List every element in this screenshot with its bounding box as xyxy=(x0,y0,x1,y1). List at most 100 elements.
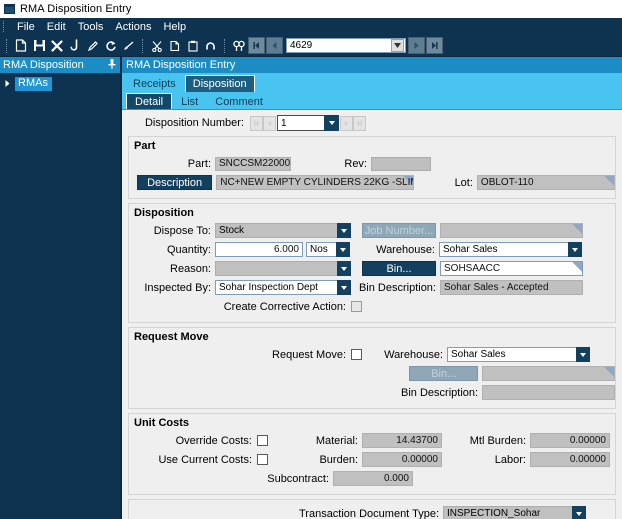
mtl-burden-field: 0.00000 xyxy=(530,433,610,448)
warehouse-dropdown-arrow-icon[interactable] xyxy=(568,242,582,257)
edit-icon[interactable] xyxy=(84,37,102,55)
tab-detail[interactable]: Detail xyxy=(126,93,172,109)
request-move-bin-description-label: Bin Description: xyxy=(401,387,478,399)
reason-label: Reason: xyxy=(129,263,211,275)
dispose-to-value: Stock xyxy=(215,223,337,238)
menu-item-help[interactable]: Help xyxy=(157,20,192,34)
rev-label: Rev: xyxy=(311,158,367,170)
save-icon[interactable] xyxy=(30,37,48,55)
reason-combo[interactable] xyxy=(215,261,351,276)
pin-icon[interactable] xyxy=(108,59,116,72)
menu-item-tools[interactable]: Tools xyxy=(72,20,110,34)
disposition-prev-button[interactable] xyxy=(263,116,276,131)
bin-description-field: Sohar Sales - Accepted xyxy=(440,280,583,295)
sidebar-item-rmas[interactable]: RMAs xyxy=(3,77,120,91)
menu-item-file[interactable]: File xyxy=(11,20,41,34)
body-container: RMA Disposition RMAs RMA Disposition Ent… xyxy=(0,57,622,519)
create-corrective-action-row: Create Corrective Action: xyxy=(129,298,615,315)
first-record-button[interactable] xyxy=(248,37,265,54)
tab-comment[interactable]: Comment xyxy=(207,94,271,109)
quantity-row: Quantity: 6.000 Nos Warehouse: Sohar Sal… xyxy=(129,241,615,258)
inspected-by-value: Sohar Inspection Dept xyxy=(215,280,337,295)
refresh-all-icon[interactable] xyxy=(66,37,84,55)
find-icon[interactable] xyxy=(230,37,248,55)
request-move-bin-field[interactable] xyxy=(482,366,615,381)
reason-dropdown-arrow-icon[interactable] xyxy=(337,261,351,276)
menu-item-actions[interactable]: Actions xyxy=(109,20,157,34)
lot-field[interactable]: OBLOT-110 xyxy=(477,175,615,190)
last-record-button[interactable] xyxy=(426,37,443,54)
toolbar: 4629 xyxy=(0,35,622,57)
menu-item-edit[interactable]: Edit xyxy=(41,20,72,34)
sidebar-header: RMA Disposition xyxy=(0,57,120,73)
override-costs-row: Override Costs: Material: 14.43700 Mtl B… xyxy=(129,432,615,449)
disposition-last-button[interactable] xyxy=(353,116,366,131)
toolbar-separator-1 xyxy=(142,39,144,53)
request-move-warehouse-label: Warehouse: xyxy=(377,349,443,361)
tab-receipts[interactable]: Receipts xyxy=(126,76,183,92)
refresh-icon[interactable] xyxy=(102,37,120,55)
copy-icon[interactable] xyxy=(166,37,184,55)
disposition-number-value[interactable]: 1 xyxy=(277,115,324,131)
transaction-document-type-combo[interactable]: INSPECTION_Sohar xyxy=(443,506,586,519)
chevron-right-icon[interactable] xyxy=(3,80,12,89)
toolbar-separator-2 xyxy=(224,39,226,53)
part-group: Part Part: SNCCSM220000 Rev: Description… xyxy=(128,136,616,199)
quantity-label: Quantity: xyxy=(129,244,211,256)
part-label: Part: xyxy=(129,158,211,170)
burden-label: Burden: xyxy=(286,454,358,466)
request-move-checkbox[interactable] xyxy=(351,349,362,360)
dispose-to-label: Dispose To: xyxy=(129,225,211,237)
reason-value xyxy=(215,261,337,276)
disposition-next-button[interactable] xyxy=(340,116,353,131)
inspected-by-dropdown-arrow-icon[interactable] xyxy=(337,280,351,295)
uom-value: Nos xyxy=(306,242,336,257)
dispose-to-dropdown-arrow-icon[interactable] xyxy=(337,223,351,238)
request-move-warehouse-combo[interactable]: Sohar Sales xyxy=(447,347,590,362)
cut-icon[interactable] xyxy=(148,37,166,55)
document-group: Transaction Document Type: INSPECTION_So… xyxy=(128,499,616,519)
disposition-first-button[interactable] xyxy=(250,116,263,131)
undo-icon[interactable] xyxy=(202,37,220,55)
description-field[interactable]: NC+NEW EMPTY CYLINDERS 22KG -SLIM xyxy=(216,175,414,190)
description-button[interactable]: Description xyxy=(137,175,212,190)
request-move-bin-description-row: Bin Description: xyxy=(129,384,615,401)
warehouse-combo[interactable]: Sohar Sales xyxy=(439,242,582,257)
rev-field[interactable] xyxy=(371,157,431,171)
description-row: Description NC+NEW EMPTY CYLINDERS 22KG … xyxy=(129,174,615,191)
main-panel-header: RMA Disposition Entry xyxy=(122,57,622,73)
tab-disposition[interactable]: Disposition xyxy=(185,75,255,92)
uom-dropdown-arrow-icon[interactable] xyxy=(336,242,350,257)
sidebar-item-label: RMAs xyxy=(15,77,52,91)
dispose-to-combo[interactable]: Stock xyxy=(215,223,351,238)
disposition-number-dropdown-arrow-icon[interactable] xyxy=(324,115,339,131)
bin-button[interactable]: Bin... xyxy=(362,261,436,276)
create-corrective-action-checkbox[interactable] xyxy=(351,301,362,312)
inspected-by-combo[interactable]: Sohar Inspection Dept xyxy=(215,280,351,295)
override-costs-checkbox[interactable] xyxy=(257,435,268,446)
bin-field[interactable]: SOHSAACC xyxy=(440,261,583,276)
use-current-costs-checkbox[interactable] xyxy=(257,454,268,465)
job-number-field[interactable] xyxy=(440,223,583,238)
warehouse-label: Warehouse: xyxy=(369,244,435,256)
part-field[interactable]: SNCCSM220000 xyxy=(215,157,291,171)
disposition-number-combo[interactable]: 1 xyxy=(277,115,339,131)
transaction-document-type-row: Transaction Document Type: INSPECTION_So… xyxy=(129,505,615,519)
paste-icon[interactable] xyxy=(184,37,202,55)
window-icon xyxy=(4,4,15,14)
clear-icon[interactable] xyxy=(120,37,138,55)
record-combo[interactable]: 4629 xyxy=(286,38,406,53)
transaction-document-type-dropdown-arrow-icon[interactable] xyxy=(572,506,586,519)
tab-list[interactable]: List xyxy=(173,94,206,109)
labor-field: 0.00000 xyxy=(530,452,610,467)
next-record-button[interactable] xyxy=(408,37,425,54)
record-combo-arrow-icon[interactable] xyxy=(391,39,404,52)
request-move-label: Request Move: xyxy=(129,349,346,361)
request-move-warehouse-dropdown-arrow-icon[interactable] xyxy=(576,347,590,362)
delete-icon[interactable] xyxy=(48,37,66,55)
unit-costs-group-title: Unit Costs xyxy=(129,416,615,432)
new-icon[interactable] xyxy=(12,37,30,55)
quantity-field[interactable]: 6.000 xyxy=(215,242,303,257)
previous-record-button[interactable] xyxy=(266,37,283,54)
uom-combo[interactable]: Nos xyxy=(306,242,350,257)
